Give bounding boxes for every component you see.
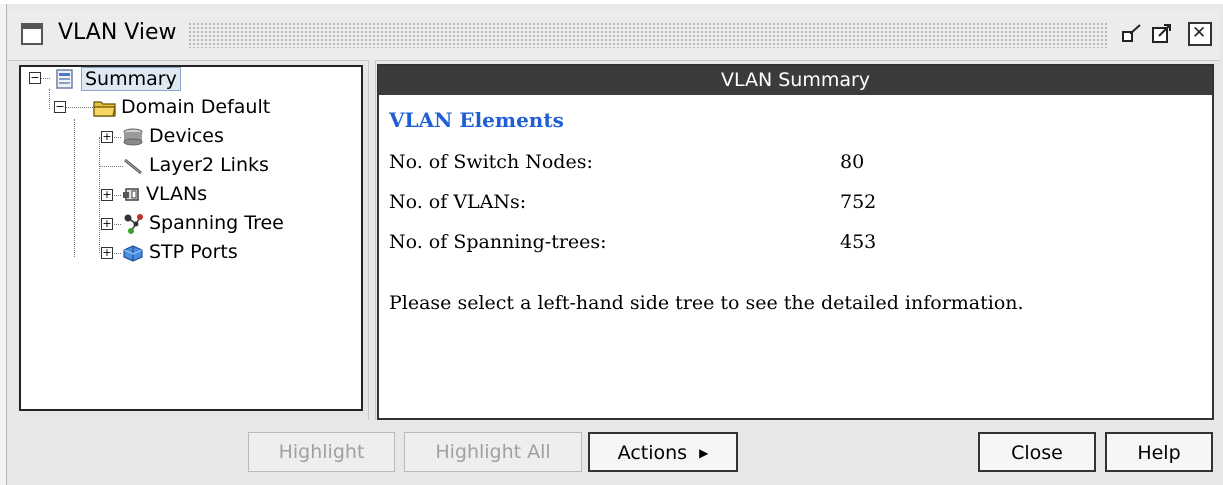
selection-hint: Please select a left-hand side tree to s… (389, 292, 1024, 314)
collapse-domain-toggle[interactable]: − (54, 101, 66, 113)
tree-connector (99, 166, 123, 167)
expand-vlans-toggle[interactable]: + (101, 189, 113, 201)
maximize-icon[interactable] (1150, 22, 1174, 46)
spanning-tree-icon (121, 212, 143, 234)
actions-button[interactable]: Actions ▶ (588, 432, 738, 472)
highlight-all-button[interactable]: Highlight All (404, 432, 582, 472)
window-icon (21, 23, 43, 45)
submenu-arrow-icon: ▶ (699, 446, 709, 460)
vlans-count-label: No. of VLANs: (389, 191, 527, 213)
folder-icon (93, 97, 116, 119)
switch-nodes-label: No. of Switch Nodes: (389, 151, 593, 173)
vlan-view-window: VLAN View − (0, 0, 1223, 485)
tree-connector (99, 137, 100, 253)
switch-nodes-value: 80 (840, 151, 865, 173)
vlan-elements-heading: VLAN Elements (389, 108, 564, 132)
actions-button-label: Actions (617, 442, 688, 464)
tree-item-layer2-links[interactable]: Layer2 Links (149, 154, 269, 176)
link-icon (121, 155, 143, 177)
tree-connector (40, 78, 50, 79)
tree-item-stp-ports[interactable]: STP Ports (149, 241, 238, 263)
title-bar[interactable]: VLAN View (8, 9, 1220, 61)
summary-panel-header: VLAN Summary (379, 66, 1212, 95)
highlight-button[interactable]: Highlight (248, 432, 395, 472)
tree-item-summary[interactable]: Summary (81, 67, 181, 91)
panel-splitter[interactable] (368, 60, 376, 420)
window-title: VLAN View (58, 20, 177, 45)
expand-stp-ports-toggle[interactable]: + (101, 247, 113, 259)
close-icon[interactable] (1188, 22, 1212, 46)
window-top-edge (0, 0, 1223, 4)
expand-devices-toggle[interactable]: + (101, 131, 113, 143)
spanning-trees-value: 453 (840, 231, 877, 253)
summary-panel: VLAN Summary VLAN Elements No. of Switch… (377, 64, 1214, 420)
tree-connector (49, 89, 50, 109)
tree-item-spanning-tree[interactable]: Spanning Tree (149, 212, 284, 234)
collapse-summary-toggle[interactable]: − (29, 72, 41, 84)
title-bar-drag-area[interactable] (188, 22, 1108, 48)
tree-connector (74, 119, 75, 257)
tree-item-domain-default[interactable]: Domain Default (121, 96, 270, 118)
button-bar: Highlight Highlight All Actions ▶ Close … (8, 420, 1220, 485)
tree-item-devices[interactable]: Devices (149, 125, 224, 147)
close-button[interactable]: Close (978, 432, 1096, 472)
help-button[interactable]: Help (1105, 432, 1213, 472)
tree-item-vlans[interactable]: VLANs (146, 183, 207, 205)
spanning-trees-label: No. of Spanning-trees: (389, 231, 607, 253)
tree-connector (65, 107, 93, 108)
summary-icon (54, 68, 76, 90)
window-left-edge (0, 4, 7, 485)
undock-icon[interactable] (1120, 22, 1144, 46)
device-icon (121, 126, 143, 148)
navigation-tree[interactable]: − Summary − Domain Default + Devices Lay… (19, 65, 363, 411)
stp-port-icon (121, 242, 143, 264)
vlans-count-value: 752 (840, 191, 877, 213)
expand-spanning-tree-toggle[interactable]: + (101, 218, 113, 230)
vlan-icon (121, 184, 143, 206)
